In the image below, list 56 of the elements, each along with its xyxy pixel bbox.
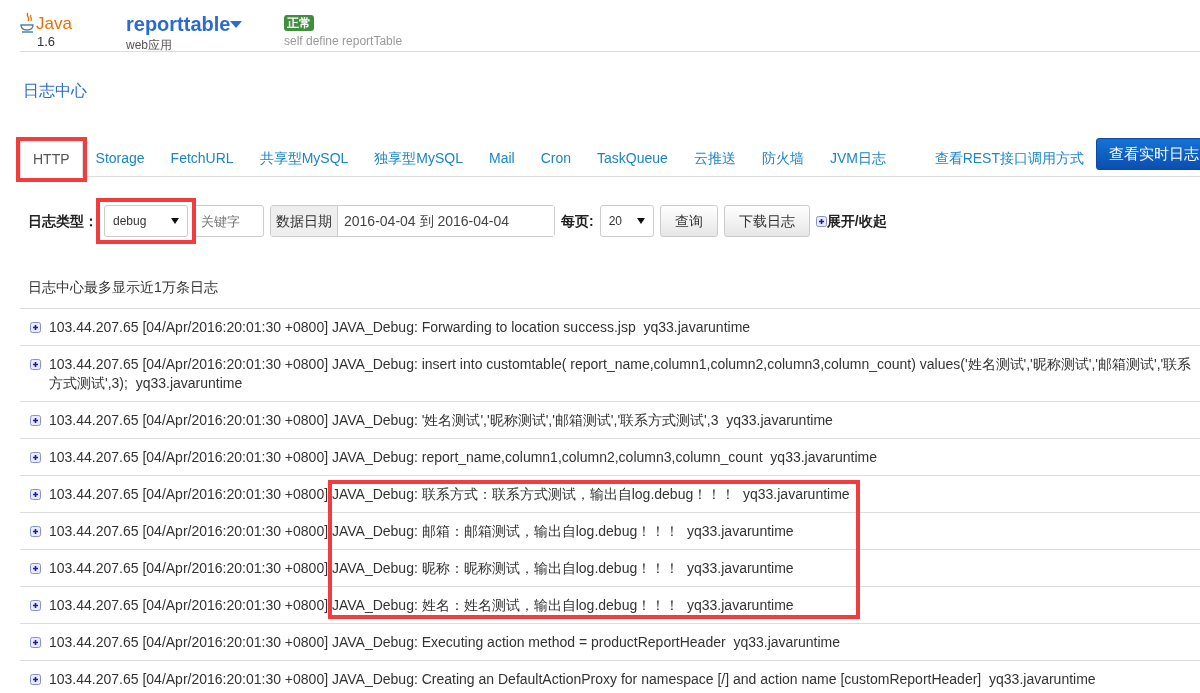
section-title: 日志中心 [23,81,88,101]
log-entry: 103.44.207.65 [04/Apr/2016:20:01:30 +0800] JAVA_Debug: report_name,column1,column2,column3,column_count yq33.javaruntime [49,448,877,467]
dropdown-arrow-icon [636,218,645,224]
app-name-dropdown[interactable]: reporttable [126,12,243,36]
tab[interactable]: 共享型MySQL [246,139,362,176]
expand-icon[interactable] [30,322,41,333]
rest-api-link[interactable]: 查看REST接口调用方式 [922,140,1096,176]
date-range-field[interactable]: 数据日期 2016-04-04 到 2016-04-04 [270,205,555,237]
tab[interactable]: 云推送 [680,139,749,176]
query-button[interactable]: 查询 [659,205,718,237]
tab[interactable]: 独享型MySQL [361,139,476,176]
log-entry: 103.44.207.65 [04/Apr/2016:20:01:30 +0800] JAVA_Debug: Creating an DefaultActionProxy for namespace [/] and action name [customReportHeader] yq33.javaruntime [49,670,1096,689]
expand-icon[interactable] [30,600,41,611]
dropdown-arrow-icon [171,218,179,224]
download-log-button[interactable]: 下载日志 [723,205,810,237]
log-entry: 103.44.207.65 [04/Apr/2016:20:01:30 +0800] JAVA_Debug: 昵称：昵称测试，输出自log.debug！！！ yq33.javaruntime [49,559,794,578]
expand-icon[interactable] [30,637,41,648]
tab[interactable]: JVM日志 [816,139,899,176]
caret-icon [230,20,243,28]
log-entry: 103.44.207.65 [04/Apr/2016:20:01:30 +0800] JAVA_Debug: insert into customtable( report_name,column1,column2,column3,column_count) values('姓名测试','昵称测试','邮箱测试','联系方式测试',3); yq33.javaruntime [49,355,1193,393]
version-label: 1.6 [37,34,56,50]
log-type-label: 日志类型： [28,211,98,231]
expand-icon[interactable] [30,674,41,685]
tab[interactable]: FetchURL [157,139,247,176]
per-page-select[interactable]: 20 [599,205,654,237]
log-entry: 103.44.207.65 [04/Apr/2016:20:01:30 +0800] JAVA_Debug: 邮箱：邮箱测试，输出自log.debug！！！ yq33.javaruntime [49,522,794,541]
log-limit-notice: 日志中心最多显示近1万条日志 [28,278,219,297]
tab[interactable]: Mail [476,139,528,176]
log-entry: 103.44.207.65 [04/Apr/2016:20:01:30 +0800] JAVA_Debug: '姓名测试','昵称测试','邮箱测试','联系方式测试',3 yq33.javaruntime [49,411,833,430]
realtime-log-button[interactable]: 查看实时日志 [1096,137,1200,170]
logo-text: Java [36,14,72,34]
tab[interactable]: TaskQueue [584,139,681,176]
tab[interactable]: Storage [82,139,158,176]
log-entry: 103.44.207.65 [04/Apr/2016:20:01:30 +0800] JAVA_Debug: Executing action method = productReportHeader yq33.javaruntime [49,633,841,652]
keyword-field[interactable]: 关键字 [194,205,264,237]
expand-icon[interactable] [30,526,41,537]
date-label: 数据日期 [271,206,338,236]
log-entry: 103.44.207.65 [04/Apr/2016:20:01:30 +0800] JAVA_Debug: Forwarding to location success.jsp yq33.javaruntime [49,318,751,337]
expand-icon[interactable] [30,359,41,370]
status-badge: 正常 [284,15,314,31]
expand-icon[interactable] [30,415,41,426]
expand-icon[interactable] [30,563,41,574]
expand-icon[interactable] [30,489,41,500]
log-entry: 103.44.207.65 [04/Apr/2016:20:01:30 +0800] JAVA_Debug: 姓名：姓名测试，输出自log.debug！！！ yq33.javaruntime [49,596,794,615]
app-type: web应用 [126,37,173,53]
per-page-label: 每页: [561,211,594,231]
coffee-cup-icon [20,12,36,34]
log-entry: 103.44.207.65 [04/Apr/2016:20:01:30 +0800] JAVA_Debug: 联系方式：联系方式测试，输出自log.debug！！！ yq33.javaruntime [49,485,850,504]
expand-icon[interactable] [815,215,827,227]
app-description: self define reportTable [284,33,403,49]
expand-icon[interactable] [30,452,41,463]
log-type-select[interactable]: debug [104,205,188,237]
expand-collapse-link[interactable]: 展开/收起 [826,210,887,232]
tab[interactable]: 防火墙 [748,139,817,176]
tab[interactable]: HTTP [20,140,83,177]
tab[interactable]: Cron [527,139,585,176]
